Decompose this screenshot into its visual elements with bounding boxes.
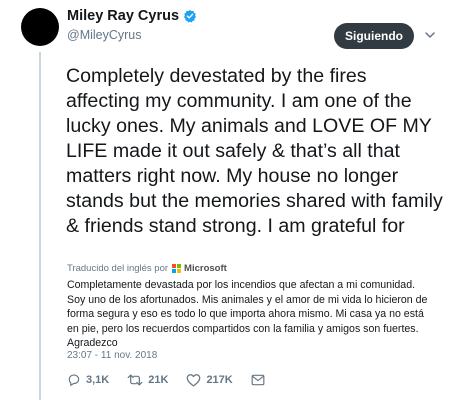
- translation-provider[interactable]: Microsoft: [184, 263, 227, 274]
- tweet-actions: 3,1K 21K 217K: [67, 373, 283, 387]
- reply-icon: [67, 373, 81, 387]
- reply-count: 3,1K: [86, 374, 110, 386]
- direct-message-button[interactable]: [251, 374, 265, 386]
- translated-text: Completamente devastada por los incendio…: [67, 279, 428, 350]
- verified-badge-icon: [183, 9, 197, 23]
- retweet-icon: [127, 373, 143, 387]
- following-button[interactable]: Siguiendo: [334, 23, 414, 49]
- reply-button[interactable]: 3,1K: [67, 373, 109, 387]
- envelope-icon: [251, 374, 265, 386]
- avatar[interactable]: [21, 8, 59, 46]
- tweet-timestamp[interactable]: 23:07 - 11 nov. 2018: [67, 350, 157, 361]
- microsoft-logo-icon: [172, 264, 182, 273]
- translation-label: Traducido del inglés por: [67, 263, 169, 274]
- thread-line: [39, 52, 41, 400]
- heart-icon: [186, 373, 201, 387]
- user-name[interactable]: Miley Ray Cyrus: [67, 8, 179, 24]
- like-button[interactable]: 217K: [186, 373, 233, 387]
- retweet-button[interactable]: 21K: [127, 373, 168, 387]
- chevron-down-icon[interactable]: [424, 28, 436, 46]
- retweet-count: 21K: [148, 374, 169, 386]
- tweet-container: Miley Ray Cyrus @MileyCyrus Siguiendo Co…: [0, 0, 450, 400]
- translation-attribution: Traducido del inglés por Microsoft: [67, 263, 227, 274]
- user-name-row: Miley Ray Cyrus: [67, 8, 197, 24]
- like-count: 217K: [206, 374, 233, 386]
- tweet-text: Completely devestated by the fires affec…: [66, 65, 443, 237]
- user-handle[interactable]: @MileyCyrus: [67, 28, 142, 42]
